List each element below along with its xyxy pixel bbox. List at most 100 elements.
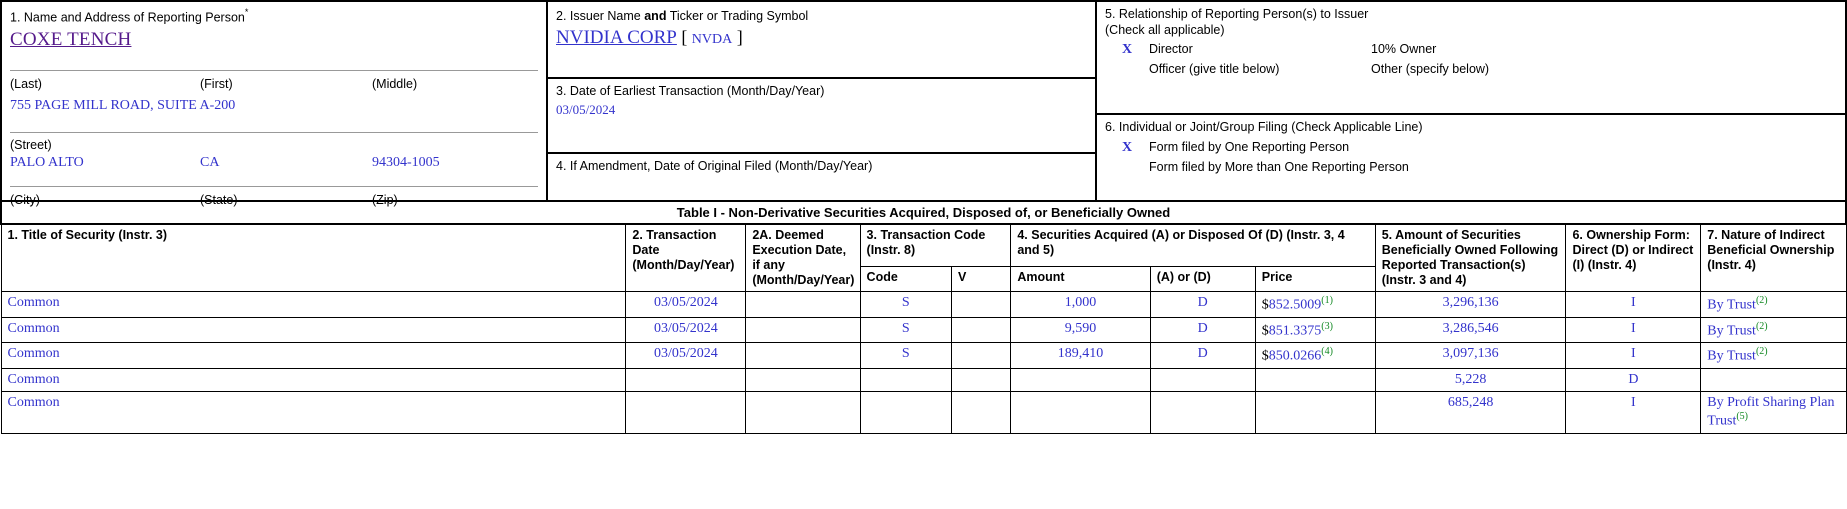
header-price: Price [1254,266,1376,292]
header-nature-indirect-ownership: 7. Nature of Indirect Beneficial Ownersh… [1700,223,1847,292]
relationship-label: 5. Relationship of Reporting Person(s) t… [1105,7,1369,21]
ticker-bracket-close: ] [736,27,743,47]
cell-v [950,342,1012,369]
issuer-column: 2. Issuer Name and Ticker or Trading Sym… [548,2,1097,200]
cell-price: $851.3375(3) [1254,316,1376,344]
issuer-name-link[interactable]: NVIDIA CORP [556,27,677,48]
reporting-person-name-link[interactable]: COXE TENCH [10,29,131,50]
cell-amount [1010,367,1151,392]
cell-transaction-date [625,367,747,392]
many-persons-checkbox-mark[interactable] [1105,160,1149,176]
relationship-row-director[interactable]: X Director 10% Owner [1105,38,1837,58]
relationship-row-officer[interactable]: Officer (give title below) Other (specif… [1105,58,1837,78]
officer-checkbox-mark[interactable] [1105,62,1149,78]
cell-transaction-code [859,390,952,434]
cell-acquired-or-disposed: D [1149,291,1256,318]
cell-acquired-or-disposed [1149,367,1256,392]
ticker-bracket-open: [ [681,27,688,47]
header-amount-beneficially-owned: 5. Amount of Securities Beneficially Own… [1374,223,1567,292]
director-label: Director [1149,42,1193,57]
table-row: Common 5,228 D [0,367,1847,392]
cell-title-of-security: Common [0,291,627,318]
table-row: Common 685,248 I By Profit Sharing Plan Tru… [0,390,1847,434]
cell-transaction-date: 03/05/2024 [625,316,747,344]
filing-row-many[interactable]: Form filed by More than One Reporting Pe… [1105,156,1837,176]
cell-v [950,291,1012,318]
filing-row-one[interactable]: X Form filed by One Reporting Person [1105,136,1837,156]
reporting-person-box: 1. Name and Address of Reporting Person*… [2,2,548,207]
city-value: PALO ALTO [10,154,84,170]
first-name-label: (First) [200,77,233,92]
footnote-ref[interactable]: (2) [1756,321,1768,332]
street-label: (Street) [10,137,52,152]
cell-transaction-date [625,390,747,434]
issuer-label-and: and [644,9,667,23]
cell-amount-beneficially-owned: 3,296,136 [1374,291,1567,318]
cell-price [1254,367,1376,392]
cell-deemed-execution-date [745,316,861,344]
cell-title-of-security: Common [0,390,627,434]
header-transaction-date: 2. Transaction Date (Month/Day/Year) [625,223,747,292]
cell-nature-of-ownership: By Trust(2) [1700,342,1847,369]
filing-type-box: 6. Individual or Joint/Group Filing (Che… [1097,113,1845,200]
last-name-label: (Last) [10,77,42,92]
cell-title-of-security: Common [0,316,627,344]
cell-amount-beneficially-owned: 685,248 [1374,390,1567,434]
state-value: CA [200,154,220,170]
cell-amount-beneficially-owned: 5,228 [1374,367,1567,392]
table-body: Common 03/05/2024 S 1,000 D $852.5009(1) 3,296… [0,291,1847,434]
earliest-transaction-value: 03/05/2024 [556,101,616,117]
cell-amount: 9,590 [1010,316,1151,344]
header-acquired-or-disposed: (A) or (D) [1149,266,1256,292]
cell-ownership-form: D [1565,367,1702,392]
cell-nature-of-ownership [1700,367,1847,392]
one-person-checkbox-mark[interactable]: X [1105,140,1149,156]
cell-acquired-or-disposed [1149,390,1256,434]
cell-transaction-date: 03/05/2024 [625,291,747,318]
cell-nature-of-ownership: By Profit Sharing Plan Trust(5) [1700,390,1847,434]
cell-deemed-execution-date [745,342,861,369]
cell-nature-of-ownership: By Trust(2) [1700,316,1847,344]
header-title-of-security: 1. Title of Security (Instr. 3) [0,223,627,292]
cell-amount: 1,000 [1010,291,1151,318]
footnote-ref[interactable]: (3) [1321,321,1333,332]
ten-percent-owner-label: 10% Owner [1371,42,1437,57]
cell-amount-beneficially-owned: 3,286,546 [1374,316,1567,344]
header-code: Code [859,266,952,292]
officer-label: Officer (give title below) [1149,62,1280,77]
one-person-label: Form filed by One Reporting Person [1149,139,1350,154]
cell-price: $850.0266(4) [1254,342,1376,369]
cell-ownership-form: I [1565,316,1702,344]
cell-ownership-form: I [1565,390,1702,434]
cell-amount: 189,410 [1010,342,1151,369]
cell-nature-of-ownership: By Trust(2) [1700,291,1847,318]
middle-name-label: (Middle) [372,77,418,92]
cell-price [1254,390,1376,434]
table-1-non-derivative: Table I - Non-Derivative Securities Acqu… [0,200,1847,434]
table-row: Common 03/05/2024 S 1,000 D $852.5009(1) 3,296… [0,291,1847,318]
cell-amount-beneficially-owned: 3,097,136 [1374,342,1567,369]
form-header: 1. Name and Address of Reporting Person*… [0,0,1847,207]
header-amount: Amount [1010,266,1151,292]
footnote-ref[interactable]: (4) [1321,346,1333,357]
zip-value: 94304-1005 [372,154,440,170]
footnote-ref[interactable]: (2) [1756,346,1768,357]
footnote-ref[interactable]: (5) [1736,411,1748,422]
footnote-ref[interactable]: (1) [1321,295,1333,306]
table-row: Common 03/05/2024 S 189,410 D $850.0266(4) 3,0… [0,342,1847,369]
header-v: V [950,266,1012,292]
header-transaction-code: 3. Transaction Code (Instr. 8) [859,223,1012,268]
director-checkbox-mark[interactable]: X [1105,42,1149,58]
required-asterisk: * [244,7,249,17]
street-address-value: 755 PAGE MILL ROAD, SUITE A-200 [10,97,236,113]
cell-transaction-code [859,367,952,392]
cell-transaction-code: S [859,316,952,344]
state-label: (State) [200,192,238,207]
zip-label: (Zip) [372,192,398,207]
cell-transaction-date: 03/05/2024 [625,342,747,369]
cell-transaction-code: S [859,291,952,318]
reporting-person-label: 1. Name and Address of Reporting Person [10,10,245,25]
footnote-ref[interactable]: (2) [1756,295,1768,306]
header-ownership-form: 6. Ownership Form: Direct (D) or Indirec… [1565,223,1702,292]
cell-ownership-form: I [1565,291,1702,318]
